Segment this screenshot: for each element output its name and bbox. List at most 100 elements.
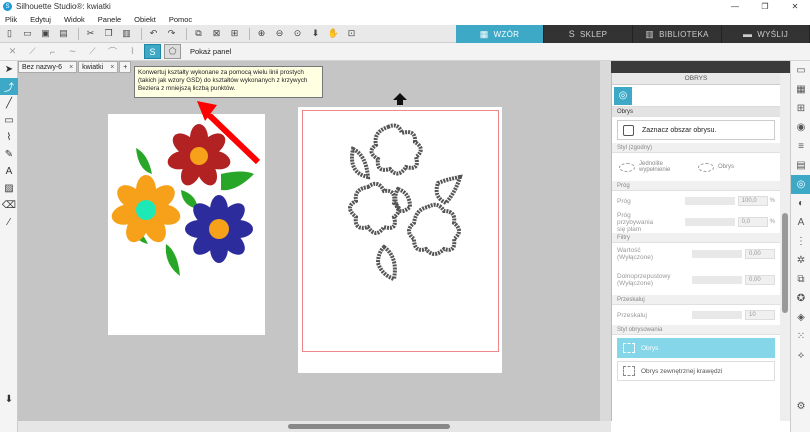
traced-outlines[interactable] xyxy=(298,107,502,373)
open-file-icon[interactable]: ▭ xyxy=(20,26,35,41)
maximize-button[interactable]: ❐ xyxy=(750,0,780,13)
curve-icon[interactable]: ⌒ xyxy=(104,44,121,59)
threshold-pass-input[interactable]: 0,0 xyxy=(737,217,768,227)
select-tool-icon[interactable]: ➤ xyxy=(0,61,18,78)
pan-hand-icon[interactable]: ✋ xyxy=(326,26,341,41)
leaf-shape[interactable] xyxy=(165,244,180,276)
group-icon[interactable]: ⧉ xyxy=(191,26,206,41)
grid-icon[interactable]: ▦ xyxy=(791,80,810,99)
orange-flower[interactable] xyxy=(110,175,183,246)
ungroup-icon[interactable]: ⊠ xyxy=(209,26,224,41)
polygon-icon[interactable]: ⬠ xyxy=(164,44,181,59)
join-icon[interactable]: ⌇ xyxy=(124,44,141,59)
highpass-input[interactable]: 0,00 xyxy=(745,249,775,259)
show-panel-label[interactable]: Pokaż panel xyxy=(190,47,231,56)
zoom-fit-icon[interactable]: ⊙ xyxy=(290,26,305,41)
menu-help[interactable]: Pomoc xyxy=(169,15,192,24)
doc-tab-kwiatki[interactable]: kwiatki × xyxy=(78,61,119,73)
cut-icon[interactable]: ✂ xyxy=(83,26,98,41)
trace-icon[interactable]: ◎ xyxy=(614,86,632,105)
menu-file[interactable]: Plik xyxy=(5,15,17,24)
menu-object[interactable]: Obiekt xyxy=(134,15,156,24)
transform-icon[interactable]: ⊞ xyxy=(791,99,810,118)
replicate-icon[interactable]: ✲ xyxy=(791,251,810,270)
move-down-icon[interactable]: ⬇ xyxy=(308,26,323,41)
traced-leaf[interactable] xyxy=(375,244,397,282)
traced-leaf[interactable] xyxy=(434,174,463,206)
fill-solid-option[interactable]: Jednolite wypełnienie xyxy=(617,156,696,178)
straighten-icon[interactable]: ⟋ xyxy=(84,44,101,59)
traced-flower[interactable] xyxy=(369,123,423,176)
flowers-artwork[interactable] xyxy=(108,111,265,335)
fit-page-icon[interactable]: ⊡ xyxy=(344,26,359,41)
select-trace-area-button[interactable]: Zaznacz obszar obrysu. xyxy=(617,120,775,140)
draw-tool-icon[interactable]: ⌇ xyxy=(0,129,18,146)
trace-option[interactable]: Obrys xyxy=(617,338,775,358)
leaf-shape[interactable] xyxy=(221,171,254,191)
doc-tab-untitled[interactable]: Bez nazwy-6 × xyxy=(18,61,78,73)
new-file-icon[interactable]: ▯ xyxy=(2,26,17,41)
tab-store[interactable]: S SKLEP xyxy=(544,25,633,43)
close-tab-icon[interactable]: × xyxy=(110,64,114,71)
canvas-vertical-scrollbar[interactable] xyxy=(600,61,611,421)
knife-tool-icon[interactable]: ⁄ xyxy=(0,214,18,231)
zoom-in-icon[interactable]: ⊕ xyxy=(254,26,269,41)
redo-icon[interactable]: ↷ xyxy=(164,26,179,41)
leaf-shape[interactable] xyxy=(136,148,152,174)
pencil-tool-icon[interactable]: ✎ xyxy=(0,146,18,163)
blue-flower[interactable] xyxy=(185,195,253,263)
scrollbar-thumb[interactable] xyxy=(288,424,450,429)
gradient-icon[interactable]: ▤ xyxy=(791,156,810,175)
threshold-pass-slider[interactable] xyxy=(684,218,735,226)
close-tab-icon[interactable]: × xyxy=(69,64,73,71)
panel-scrollbar[interactable] xyxy=(780,73,790,421)
point-edit-tool-icon[interactable]: ⤴ xyxy=(0,78,18,95)
rhinestone-icon[interactable]: ⁙ xyxy=(791,327,810,346)
import-icon[interactable]: ⬇ xyxy=(0,391,18,408)
save-icon[interactable]: ▣ xyxy=(38,26,53,41)
threshold-slider[interactable] xyxy=(684,197,735,205)
traced-flower[interactable] xyxy=(407,202,461,256)
fill-color-icon[interactable]: ◉ xyxy=(791,118,810,137)
add-tab-button[interactable]: + xyxy=(119,61,132,73)
contrast-icon[interactable]: ◐ xyxy=(791,194,810,213)
delete-point-icon[interactable]: ✕ xyxy=(4,44,21,59)
eraser-tool-icon[interactable]: ⌫ xyxy=(0,197,18,214)
tab-design[interactable]: ▦ WZÓR xyxy=(456,25,544,43)
panel-scrollbar-thumb[interactable] xyxy=(782,213,788,313)
close-button[interactable]: ✕ xyxy=(780,0,810,13)
break-path-icon[interactable]: ⟋ xyxy=(24,44,41,59)
menu-panels[interactable]: Panele xyxy=(98,15,121,24)
traced-leaf[interactable] xyxy=(350,146,371,180)
print-icon[interactable]: ▤ xyxy=(56,26,71,41)
undo-icon[interactable]: ↶ xyxy=(146,26,161,41)
page-setup-icon[interactable]: ▭ xyxy=(791,61,810,80)
select-all-icon[interactable]: ⊞ xyxy=(227,26,242,41)
knife-icon[interactable]: ⟡ xyxy=(791,346,810,365)
weld-icon[interactable]: ⧉ xyxy=(791,270,810,289)
highpass-slider[interactable] xyxy=(692,250,742,258)
paste-icon[interactable]: ▥ xyxy=(119,26,134,41)
threshold-input[interactable]: 100,0 xyxy=(737,196,768,206)
line-tool-icon[interactable]: ╱ xyxy=(0,95,18,112)
fill-outline-option[interactable]: Obrys xyxy=(696,156,775,178)
trace-outer-edge-option[interactable]: Obrys zewnętrznej krawędzi xyxy=(617,361,775,381)
scale-input[interactable]: 10 xyxy=(745,310,775,320)
menu-edit[interactable]: Edytuj xyxy=(30,15,51,24)
horizontal-scrollbar[interactable] xyxy=(18,421,611,432)
zoom-out-icon[interactable]: ⊖ xyxy=(272,26,287,41)
lowpass-input[interactable]: 0,00 xyxy=(745,275,775,285)
align-icon[interactable]: ⋮ xyxy=(791,232,810,251)
trace-panel-icon[interactable]: ◎ xyxy=(791,175,810,194)
rectangle-tool-icon[interactable]: ▭ xyxy=(0,112,18,129)
simplify-curve-icon[interactable]: S xyxy=(144,44,161,59)
tab-library[interactable]: ▥ BIBLIOTEKA xyxy=(633,25,722,43)
text-style-icon[interactable]: A xyxy=(791,213,810,232)
modify-icon[interactable]: ◈ xyxy=(791,308,810,327)
settings-gear-icon[interactable]: ⚙ xyxy=(791,397,810,416)
lowpass-slider[interactable] xyxy=(692,276,742,284)
traced-flower[interactable] xyxy=(348,181,401,235)
offset-icon[interactable]: ✪ xyxy=(791,289,810,308)
scale-slider[interactable] xyxy=(692,311,742,319)
fill-tool-icon[interactable]: ▨ xyxy=(0,180,18,197)
